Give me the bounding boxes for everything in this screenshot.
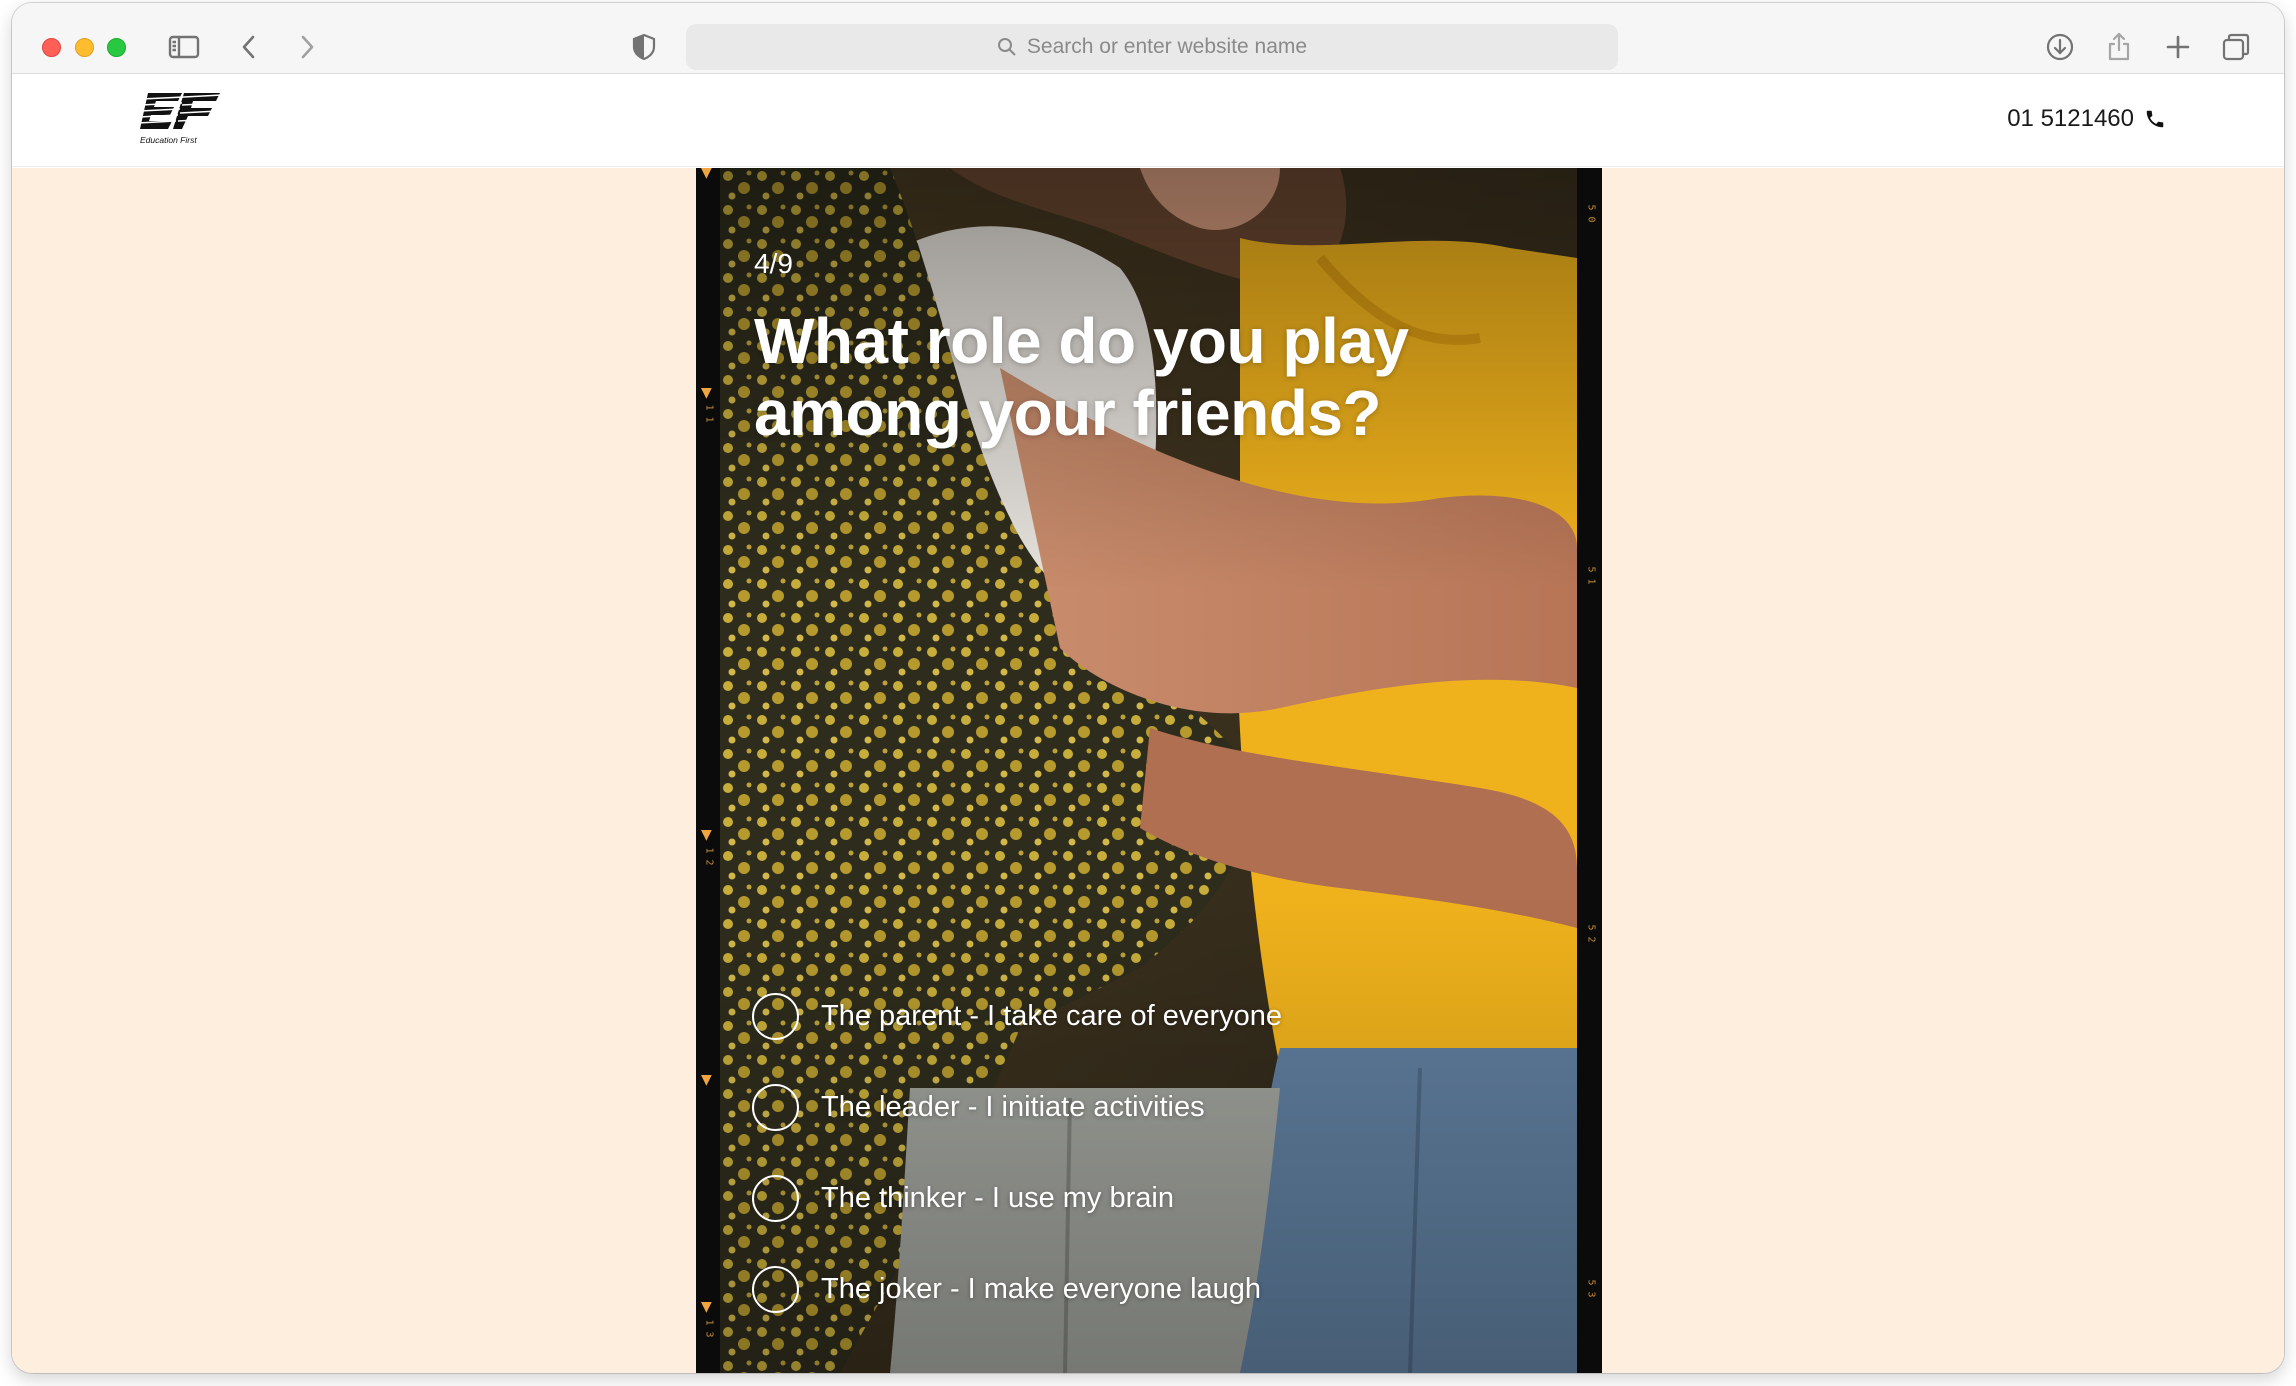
- sidebar-icon[interactable]: [166, 29, 202, 65]
- answer-option-thinker[interactable]: The thinker - I use my brain: [752, 1174, 1562, 1222]
- share-icon[interactable]: [2101, 29, 2137, 65]
- new-tab-icon[interactable]: [2160, 29, 2196, 65]
- quiz-card: ▼ ▼ 1 1 ▼ 1 2 ▼ ▼ 1 3 5 0 5 1 5 2 5 3 4/…: [696, 168, 1602, 1373]
- question-title: What role do you play among your friends…: [754, 305, 1409, 449]
- answer-option-label: The leader - I initiate activities: [821, 1090, 1205, 1123]
- phone-number: 01 5121460: [2007, 105, 2134, 132]
- film-strip-right: 5 0 5 1 5 2 5 3: [1577, 168, 1602, 1373]
- address-placeholder: Search or enter website name: [1026, 35, 1308, 58]
- close-window-button[interactable]: [42, 38, 61, 57]
- question-progress: 4/9: [754, 248, 793, 279]
- radio-button[interactable]: [752, 1083, 799, 1131]
- film-strip-left: ▼ ▼ 1 1 ▼ 1 2 ▼ ▼ 1 3: [696, 168, 720, 1373]
- answer-option-label: The joker - I make everyone laugh: [821, 1272, 1262, 1305]
- browser-window: Search or enter website name Education F…: [12, 3, 2284, 1373]
- radio-button[interactable]: [752, 1265, 799, 1313]
- quiz-overlay: 4/9 What role do you play among your fri…: [696, 168, 1602, 1373]
- radio-button[interactable]: [752, 1174, 799, 1222]
- ef-logo[interactable]: Education First: [138, 91, 222, 149]
- tabs-overview-icon[interactable]: [2218, 29, 2254, 65]
- radio-button[interactable]: [752, 992, 799, 1040]
- answer-option-joker[interactable]: The joker - I make everyone laugh: [752, 1265, 1562, 1313]
- shield-icon[interactable]: [626, 29, 662, 65]
- phone-icon: [2146, 110, 2164, 128]
- back-icon[interactable]: [232, 29, 268, 65]
- logo-wordmark: Education First: [140, 135, 197, 145]
- site-header: Education First 01 5121460: [12, 75, 2284, 167]
- forward-icon[interactable]: [288, 29, 324, 65]
- answer-option-parent[interactable]: The parent - I take care of everyone: [752, 992, 1562, 1040]
- answer-option-label: The thinker - I use my brain: [821, 1181, 1174, 1214]
- download-icon[interactable]: [2042, 29, 2078, 65]
- search-icon: [997, 38, 1016, 56]
- answer-option-leader[interactable]: The leader - I initiate activities: [752, 1083, 1562, 1131]
- address-bar[interactable]: Search or enter website name: [686, 24, 1618, 70]
- browser-toolbar: Search or enter website name: [12, 3, 2284, 74]
- page-content: ▼ ▼ 1 1 ▼ 1 2 ▼ ▼ 1 3 5 0 5 1 5 2 5 3 4/…: [12, 168, 2284, 1373]
- minimize-window-button[interactable]: [75, 38, 94, 57]
- zoom-window-button[interactable]: [107, 38, 126, 57]
- answer-options: The parent - I take care of everyone The…: [752, 992, 1562, 1356]
- phone-contact[interactable]: 01 5121460: [2007, 105, 2166, 133]
- answer-option-label: The parent - I take care of everyone: [821, 999, 1283, 1032]
